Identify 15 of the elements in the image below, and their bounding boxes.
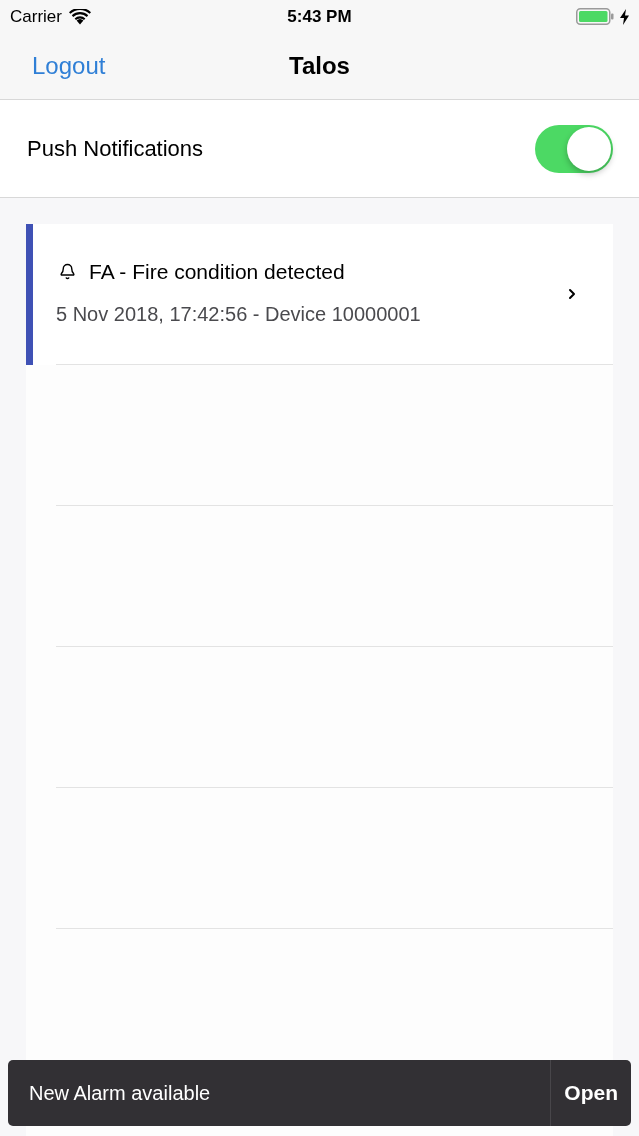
- battery-icon: [576, 8, 614, 25]
- toggle-switch[interactable]: [535, 124, 613, 173]
- bell-icon: [59, 263, 76, 280]
- logout-button[interactable]: Logout: [32, 48, 106, 84]
- navigation-title: Talos: [289, 51, 350, 81]
- alarm-details: 5 Nov 2018, 17:42:56 - Device 10000001: [56, 302, 422, 328]
- charging-bolt-icon: [620, 8, 629, 25]
- carrier-name: Carrier: [10, 5, 62, 28]
- push-notifications-label: Push Notifications: [27, 135, 204, 163]
- alarm-title: FA - Fire condition detected: [89, 258, 345, 285]
- open-button[interactable]: Open: [550, 1060, 631, 1126]
- wifi-icon: [68, 8, 91, 25]
- status-time: 5:43 PM: [287, 5, 352, 28]
- snackbar-message: New Alarm available: [29, 1081, 211, 1106]
- alarm-row[interactable]: FA - Fire condition detected 5 Nov 2018, 17:42:56 - Device 10000001: [26, 224, 613, 365]
